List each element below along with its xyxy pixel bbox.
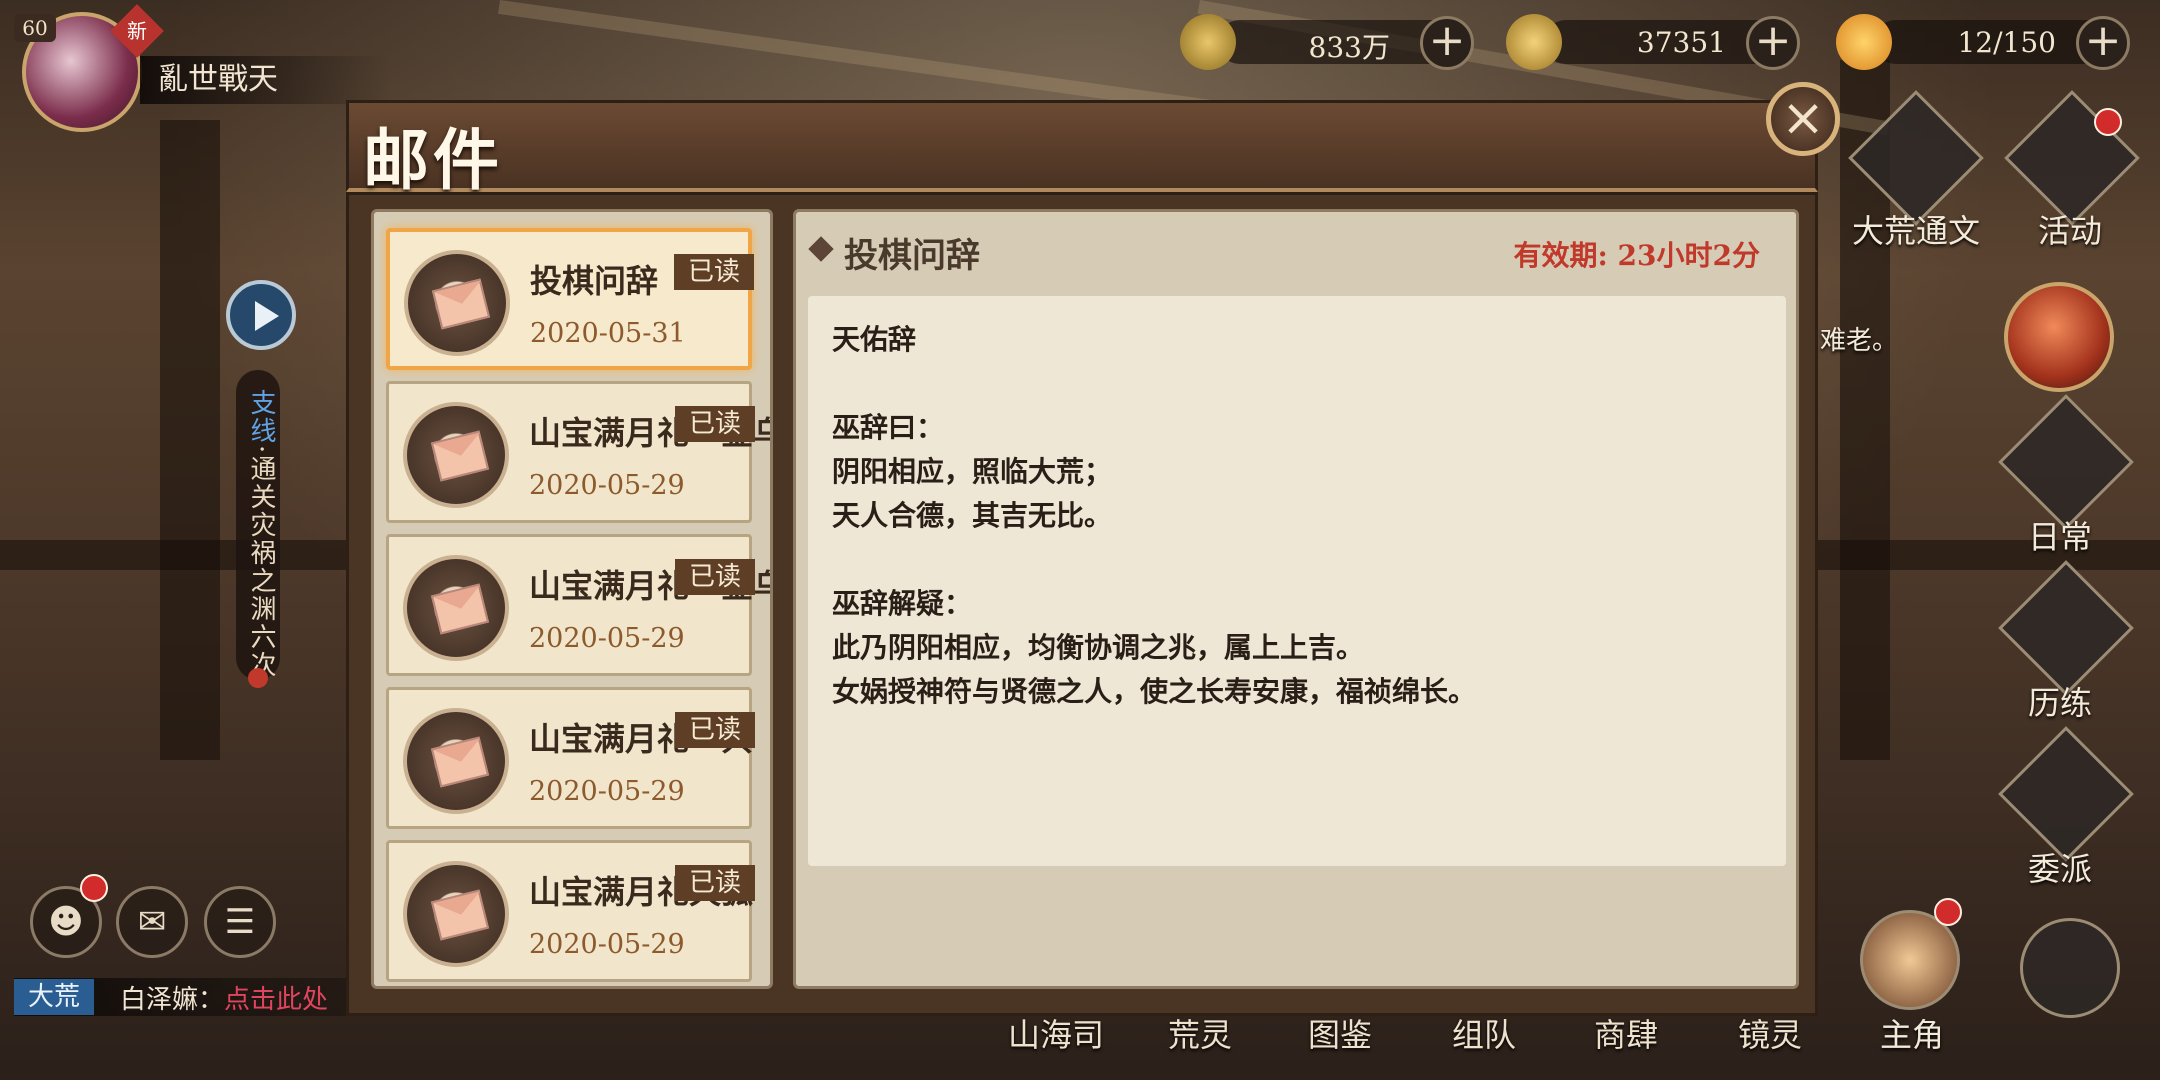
mail-line: 阴阳相应，照临大荒；	[832, 455, 1113, 488]
envelope-icon	[403, 555, 509, 661]
mail-line: 女娲授神符与贤德之人，使之长寿安康，福祯绵长。	[832, 675, 1477, 708]
expiry-value: 23小时2分	[1617, 239, 1760, 272]
scroll-icon[interactable]	[1998, 726, 2134, 862]
background-pillar-left	[160, 120, 220, 760]
menu-label-protagonist: 主角	[1880, 1016, 1945, 1054]
menu-label-activity: 活动	[2038, 212, 2103, 250]
quest-indicator	[248, 668, 268, 688]
mail-line: 天佑辞	[832, 323, 917, 356]
mail-item-date: 2020-05-29	[529, 470, 685, 501]
mail-button[interactable]: ✉	[116, 886, 188, 958]
eye-icon[interactable]	[1998, 394, 2134, 530]
mail-list[interactable]: 投棋问辞 2020-05-31 已读 山宝满月礼—金乌 2020-05-29 已…	[371, 209, 773, 989]
quest-text: ·通关灾祸之渊六次	[246, 444, 276, 680]
mail-item[interactable]: 山宝满月礼—金乌 2020-05-29 已读	[386, 534, 770, 676]
read-badge: 已读	[675, 712, 755, 748]
envelope-icon	[404, 250, 510, 356]
nav-jingling[interactable]: 镜灵	[1738, 1010, 1802, 1056]
resource-stamina: 12/150 +	[1836, 14, 2136, 70]
side-text: 难老。	[1820, 326, 1899, 356]
compass-menu-icon[interactable]	[2020, 918, 2120, 1018]
mail-item-selected[interactable]: 投棋问辞 2020-05-31 已读	[386, 228, 754, 370]
mail-line: 巫辞解疑：	[832, 587, 973, 620]
mail-header: 邮件	[346, 100, 1818, 199]
add-coins-button[interactable]: +	[1420, 16, 1474, 70]
read-badge: 已读	[675, 406, 755, 442]
nav-zudui[interactable]: 组队	[1452, 1010, 1516, 1056]
gold-g-icon	[1506, 14, 1562, 70]
read-badge: 已读	[675, 559, 755, 595]
coin-icon	[1180, 14, 1236, 70]
nav-shangsi[interactable]: 商肆	[1594, 1010, 1658, 1056]
resource-coins-value: 833万	[1308, 31, 1390, 64]
mail-item-date: 2020-05-31	[530, 318, 686, 349]
mail-content: 天佑辞 巫辞曰： 阴阳相应，照临大荒； 天人合德，其吉无比。 巫辞解疑： 此乃阴…	[808, 296, 1786, 866]
add-gold-button[interactable]: +	[1746, 16, 1800, 70]
friends-notification-dot	[80, 874, 108, 902]
mail-item-title: 投棋问辞	[530, 262, 659, 300]
beast-icon[interactable]	[1998, 560, 2134, 696]
resource-stamina-value: 12/150	[1957, 26, 2056, 59]
chat-message: 点击此处	[224, 984, 329, 1015]
player-name: 亂世戰天	[140, 56, 390, 104]
envelope-icon	[403, 861, 509, 967]
expiry-label: 有效期:	[1513, 239, 1608, 272]
hero-portrait-icon[interactable]	[2004, 282, 2114, 392]
menu-label-dispatch: 委派	[2028, 850, 2093, 888]
mail-modal: 邮件 × 投棋问辞 2020-05-31 已读 山宝满月礼—金乌 2020-05…	[346, 82, 1840, 1016]
menu-label-daily: 日常	[2028, 518, 2093, 556]
resource-gold-value: 37351	[1636, 26, 1726, 59]
mail-line: 天人合德，其吉无比。	[832, 499, 1113, 532]
play-icon[interactable]	[226, 280, 296, 350]
nav-shanhaisi[interactable]: 山海司	[1008, 1010, 1104, 1056]
envelope-icon	[403, 402, 509, 508]
mail-expiry: 有效期: 23小时2分	[1513, 234, 1760, 274]
mail-item-date: 2020-05-29	[529, 623, 685, 654]
resource-gold: 37351 +	[1506, 14, 1806, 70]
activity-notification-dot	[2094, 108, 2122, 136]
protagonist-notification-dot	[1934, 898, 1962, 926]
mail-item[interactable]: 山宝满月礼天狐 2020-05-29 已读	[386, 840, 755, 982]
chat-sender: 白泽嫲：	[120, 984, 225, 1015]
quest-tracker[interactable]: 支线·通关灾祸之渊六次	[236, 370, 280, 680]
mail-item[interactable]: 山宝满月礼—金乌 2020-05-29 已读	[386, 381, 770, 523]
mail-item-date: 2020-05-29	[529, 929, 685, 960]
close-icon[interactable]: ×	[1766, 82, 1840, 156]
mail-title: 邮件	[363, 121, 503, 199]
mail-item-date: 2020-05-29	[529, 776, 685, 807]
player-level: 60	[14, 14, 56, 42]
chat-channel: 大荒	[14, 979, 95, 1015]
mail-line: 此乃阴阳相应，均衡协调之兆，属上上吉。	[832, 631, 1365, 664]
menu-label-training: 历练	[2028, 684, 2093, 722]
mail-item[interactable]: 山宝满月礼—共 2020-05-29 已读	[386, 687, 755, 829]
envelope-icon	[403, 708, 509, 814]
resource-coins: 833万 +	[1180, 14, 1480, 70]
read-badge: 已读	[674, 254, 754, 290]
add-stamina-button[interactable]: +	[2076, 16, 2130, 70]
mail-body: 投棋问辞 2020-05-31 已读 山宝满月礼—金乌 2020-05-29 已…	[346, 192, 1818, 1016]
mail-detail-title: 投棋问辞	[844, 236, 980, 276]
quest-tag: 支线	[246, 388, 276, 445]
nav-tujian[interactable]: 图鉴	[1308, 1010, 1372, 1056]
diamond-bullet-icon	[808, 236, 834, 262]
read-badge: 已读	[675, 865, 755, 901]
mail-line: 巫辞曰：	[832, 411, 945, 444]
stamina-chick-icon	[1836, 14, 1892, 70]
mail-detail: 投棋问辞 有效期: 23小时2分 天佑辞 巫辞曰： 阴阳相应，照临大荒； 天人合…	[793, 209, 1799, 989]
menu-label-tongwen: 大荒通文	[1852, 212, 1981, 250]
notes-button[interactable]: ☰	[204, 886, 276, 958]
nav-huangling[interactable]: 荒灵	[1168, 1010, 1232, 1056]
